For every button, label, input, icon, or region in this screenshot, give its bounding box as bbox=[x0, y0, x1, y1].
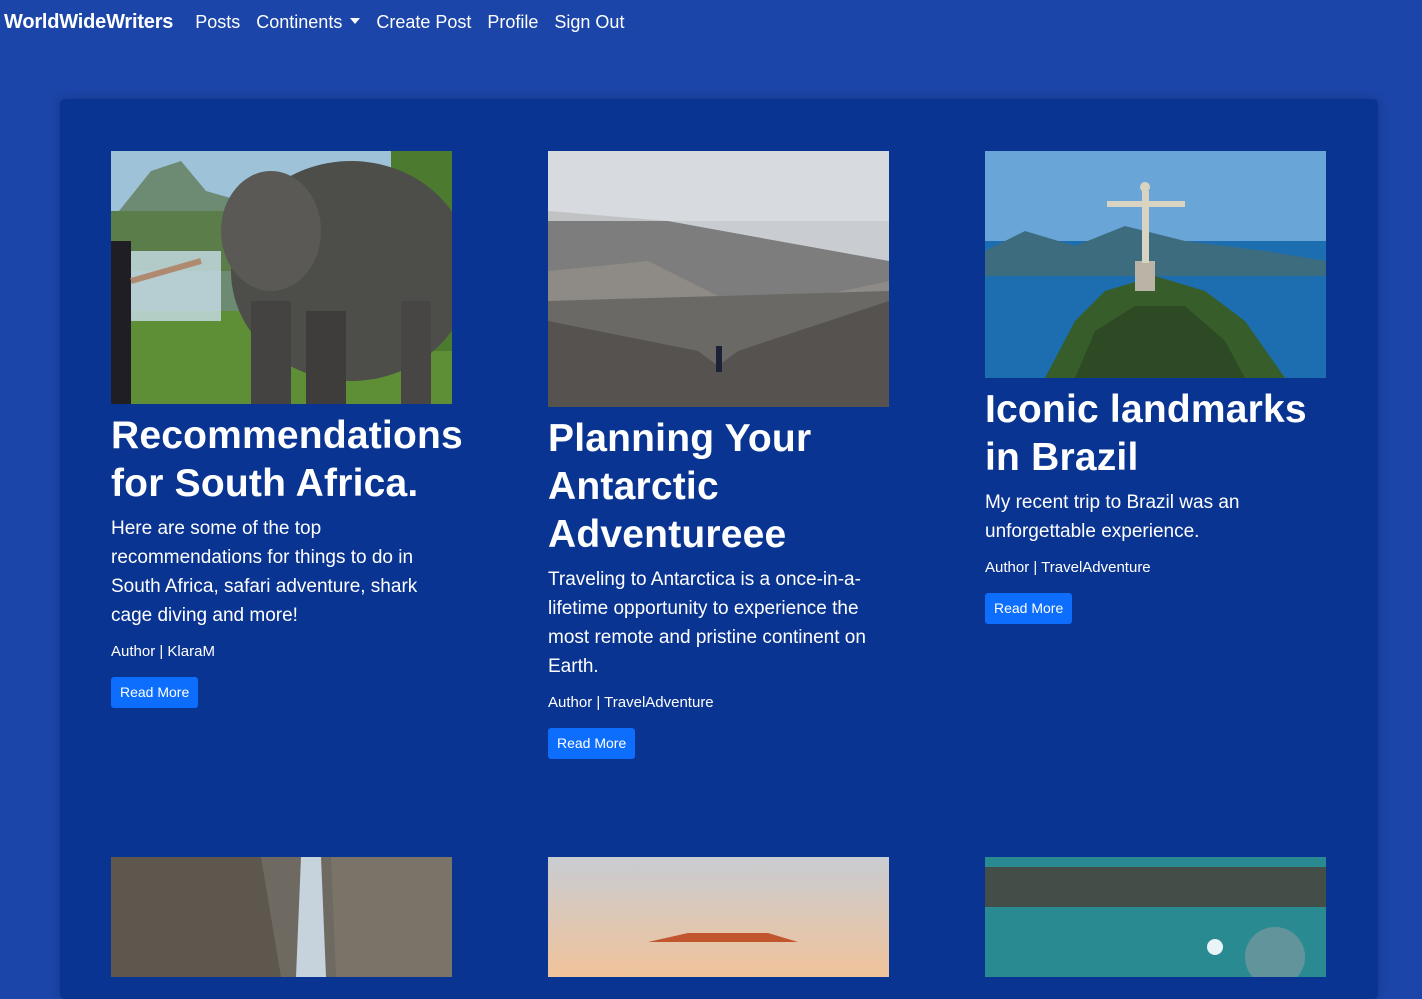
elephant-photo bbox=[111, 151, 452, 404]
nav-create-post[interactable]: Create Post bbox=[376, 12, 471, 33]
sunset-rock-photo bbox=[548, 857, 889, 977]
brand-logo[interactable]: WorldWideWriters bbox=[4, 11, 173, 34]
read-more-button[interactable]: Read More bbox=[985, 593, 1073, 624]
posts-panel: Recommendations for South Africa. Here a… bbox=[60, 99, 1378, 999]
mountain-hiker-photo bbox=[548, 151, 889, 407]
post-excerpt: Here are some of the top recommendations… bbox=[111, 518, 418, 626]
post-card: Recommendations for South Africa. Here a… bbox=[111, 151, 463, 708]
nav-continents-dropdown[interactable]: Continents bbox=[256, 11, 361, 33]
post-card: Planning Your Antarctic Adventureee Trav… bbox=[548, 151, 889, 759]
post-card bbox=[111, 857, 452, 977]
post-card: Iconic landmarks in Brazil My recent tri… bbox=[985, 151, 1326, 624]
post-excerpt: Traveling to Antarctica is a once-in-a-l… bbox=[548, 569, 866, 677]
nav-profile[interactable]: Profile bbox=[487, 12, 538, 33]
christ-the-redeemer-photo bbox=[985, 151, 1326, 378]
canyon-photo bbox=[111, 857, 452, 977]
read-more-button[interactable]: Read More bbox=[111, 677, 199, 708]
nav-posts[interactable]: Posts bbox=[195, 12, 240, 33]
post-author: Author | KlaraM bbox=[111, 643, 215, 660]
post-card bbox=[548, 857, 889, 977]
underwater-photo bbox=[985, 857, 1326, 977]
read-more-button[interactable]: Read More bbox=[548, 728, 636, 759]
nav-continents-label: Continents bbox=[256, 11, 343, 32]
post-title: Planning Your Antarctic Adventureee bbox=[548, 417, 812, 556]
caret-down-icon bbox=[350, 18, 361, 24]
post-title: Recommendations for South Africa. bbox=[111, 414, 463, 505]
post-title: Iconic landmarks in Brazil bbox=[985, 388, 1307, 479]
nav-sign-out[interactable]: Sign Out bbox=[554, 12, 624, 33]
top-navbar: WorldWideWriters Posts Continents Create… bbox=[0, 0, 1422, 44]
post-author: Author | TravelAdventure bbox=[985, 559, 1151, 576]
post-card bbox=[985, 857, 1326, 977]
post-author: Author | TravelAdventure bbox=[548, 694, 714, 711]
post-excerpt: My recent trip to Brazil was an unforget… bbox=[985, 492, 1240, 542]
